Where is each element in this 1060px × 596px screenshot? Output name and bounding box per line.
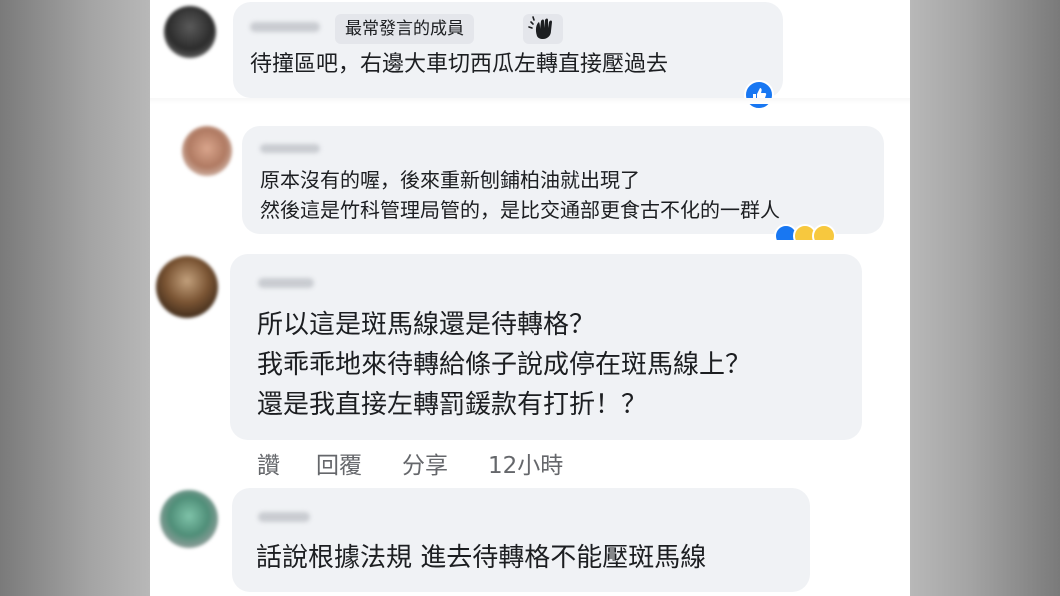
left-blurred-margin <box>0 0 150 596</box>
comment-text-line: 所以這是斑馬線還是待轉格？ <box>257 310 596 340</box>
commenter-name[interactable] <box>258 278 314 288</box>
comment-text: 待撞區吧，右邊大車切西瓜左轉直接壓過去 <box>250 52 669 77</box>
avatar[interactable] <box>164 6 216 58</box>
like-link[interactable]: 讚 <box>257 446 280 480</box>
comment-text-line: 原本沒有的喔，後來重新刨鋪柏油就出現了 <box>260 168 640 192</box>
timestamp[interactable]: 12小時 <box>488 446 563 480</box>
comment-text: 話說根據法規 進去待轉格不能壓斑馬線 <box>256 543 707 573</box>
commenter-name[interactable] <box>250 22 320 32</box>
commenter-name[interactable] <box>260 144 320 153</box>
comment-text-line: 還是我直接左轉罰鍰款有打折！？ <box>257 390 648 420</box>
avatar[interactable] <box>156 256 218 318</box>
share-link[interactable]: 分享 <box>402 446 448 480</box>
badge-hand-icon <box>523 14 563 44</box>
cropped-action-row <box>150 98 910 104</box>
reply-link[interactable]: 回覆 <box>316 446 362 480</box>
comment-text-line: 我乖乖地來待轉給條子說成停在斑馬線上？ <box>257 350 752 380</box>
comment-text-line: 然後這是竹科管理局管的，是比交通部更食古不化的一群人 <box>260 198 780 222</box>
cropped-action-row <box>150 240 910 246</box>
comment-thread: 最常發言的成員 待撞區吧，右邊大車切西瓜左轉直接壓過去 原本沒有的喔，後來重新刨… <box>150 0 910 596</box>
commenter-name[interactable] <box>258 512 310 522</box>
avatar[interactable] <box>182 126 232 176</box>
avatar[interactable] <box>160 490 218 548</box>
like-reaction-icon[interactable] <box>744 80 774 110</box>
right-blurred-margin <box>910 0 1060 596</box>
top-fan-badge[interactable]: 最常發言的成員 <box>335 14 474 44</box>
